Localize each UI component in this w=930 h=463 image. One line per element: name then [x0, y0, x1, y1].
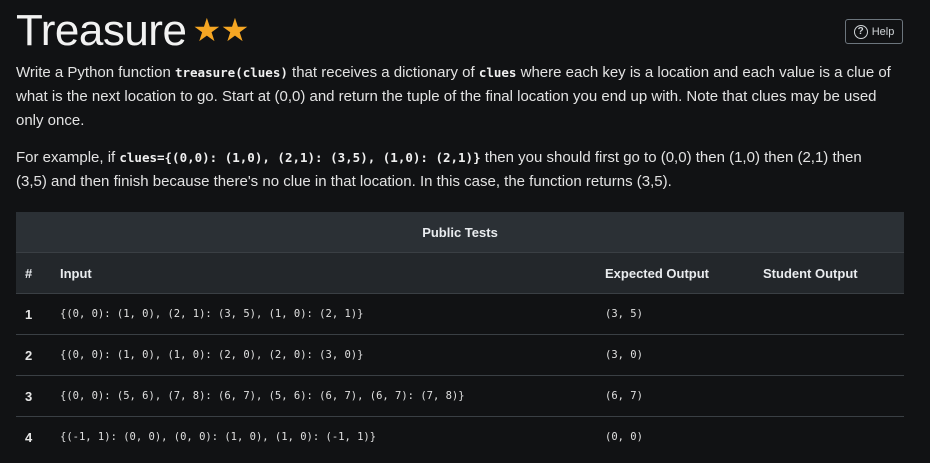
- difficulty-stars: ★★: [192, 12, 249, 48]
- desc-text: that receives a dictionary of: [287, 64, 479, 81]
- table-row: 1 {(0, 0): (1, 0), (2, 1): (3, 5), (1, 0…: [16, 293, 904, 334]
- row-number: 3: [25, 388, 33, 404]
- table-row: 2 {(0, 0): (1, 0), (1, 0): (2, 0), (2, 0…: [16, 334, 904, 375]
- row-expected: (6, 7): [605, 390, 643, 402]
- row-input: {(0, 0): (5, 6), (7, 8): (6, 7), (5, 6):…: [60, 390, 465, 402]
- question-circle-icon: ?: [853, 24, 868, 39]
- help-button-label: Help: [871, 25, 895, 38]
- row-number: 2: [25, 347, 33, 363]
- title-text: Treasure: [16, 6, 187, 55]
- row-expected: (0, 0): [605, 431, 643, 443]
- table-row: 4 {(-1, 1): (0, 0), (0, 0): (1, 0), (1, …: [16, 416, 904, 457]
- col-header-number: #: [25, 265, 33, 281]
- table-row: 3 {(0, 0): (5, 6), (7, 8): (6, 7), (5, 6…: [16, 375, 904, 416]
- col-header-expected: Expected Output: [605, 265, 710, 281]
- row-expected: (3, 0): [605, 349, 643, 361]
- row-input: {(0, 0): (1, 0), (1, 0): (2, 0), (2, 0):…: [60, 349, 364, 361]
- col-header-input: Input: [60, 265, 92, 281]
- row-input: {(-1, 1): (0, 0), (0, 0): (1, 0), (1, 0)…: [60, 431, 377, 443]
- col-header-student: Student Output: [763, 265, 858, 281]
- function-signature-code: treasure(clues): [174, 65, 288, 80]
- row-number: 4: [25, 429, 33, 445]
- row-expected: (3, 5): [605, 308, 643, 320]
- help-button[interactable]: ? Help: [845, 19, 903, 44]
- desc-text: Write a Python function: [16, 64, 175, 81]
- page-title: Treasure ★★: [16, 4, 249, 57]
- row-input: {(0, 0): (1, 0), (2, 1): (3, 5), (1, 0):…: [60, 308, 364, 320]
- description-paragraph-2: For example, if clues={(0,0): (1,0), (2,…: [16, 146, 896, 194]
- description-paragraph-1: Write a Python function treasure(clues) …: [16, 61, 896, 133]
- example-code: clues={(0,0): (1,0), (2,1): (3,5), (1,0)…: [119, 150, 481, 165]
- public-tests-title: Public Tests: [16, 212, 904, 252]
- public-tests-table: Public Tests # Input Expected Output Stu…: [16, 212, 904, 457]
- table-header-row: # Input Expected Output Student Output: [16, 252, 904, 293]
- clues-code: clues: [478, 65, 517, 80]
- desc-text: For example, if: [16, 149, 120, 166]
- row-number: 1: [25, 306, 33, 322]
